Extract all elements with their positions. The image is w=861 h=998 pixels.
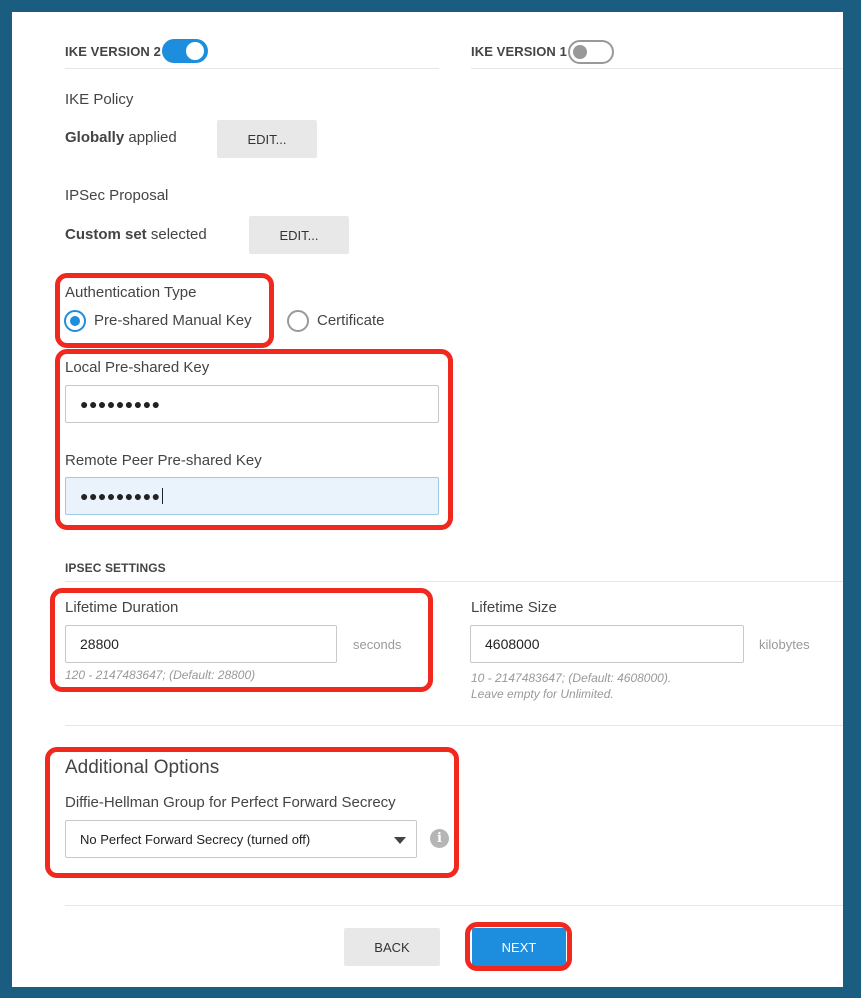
highlight-auth-type: [55, 273, 274, 348]
ipsec-proposal-edit-button[interactable]: EDIT...: [249, 216, 349, 254]
ike-policy-status-bold: Globally: [65, 129, 125, 146]
highlight-lifetime-duration: [50, 588, 433, 692]
ike-policy-status-rest: applied: [124, 129, 177, 146]
lifetime-size-label: Lifetime Size: [471, 599, 557, 616]
auth-option-certificate-label[interactable]: Certificate: [317, 312, 385, 329]
auth-radio-certificate[interactable]: [287, 310, 309, 332]
vpn-wizard-panel: IKE VERSION 2 IKE VERSION 1 IKE Policy G…: [12, 12, 843, 987]
ike-v1-label: IKE VERSION 1: [471, 44, 567, 59]
ike-policy-status: Globally applied: [65, 129, 177, 146]
highlight-preshared-keys: [55, 349, 453, 530]
toggle-knob: [573, 45, 587, 59]
ipsec-proposal-status: Custom set selected: [65, 226, 207, 243]
ipsec-proposal-status-bold: Custom set: [65, 226, 147, 243]
ike-policy-edit-button[interactable]: EDIT...: [217, 120, 317, 158]
highlight-next-button: [465, 922, 572, 971]
lifetime-size-value: 4608000: [485, 636, 540, 652]
back-button[interactable]: BACK: [344, 928, 440, 966]
ipsec-proposal-heading: IPSec Proposal: [65, 187, 169, 204]
ipsec-proposal-status-rest: selected: [146, 226, 207, 243]
ipsec-settings-heading: IPSEC SETTINGS: [65, 561, 166, 575]
lifetime-size-unit: kilobytes: [759, 637, 810, 652]
divider: [65, 725, 843, 726]
divider: [65, 905, 843, 906]
highlight-additional-options: [45, 747, 459, 878]
ike-v2-label: IKE VERSION 2: [65, 44, 161, 59]
divider: [65, 68, 439, 69]
lifetime-size-hint: 10 - 2147483647; (Default: 4608000).: [471, 671, 672, 685]
ike-v2-toggle[interactable]: [162, 39, 208, 63]
ike-v1-toggle[interactable]: [568, 40, 614, 64]
lifetime-size-hint-2: Leave empty for Unlimited.: [471, 687, 614, 701]
divider: [65, 581, 843, 582]
ike-policy-heading: IKE Policy: [65, 91, 134, 108]
divider: [471, 68, 843, 69]
toggle-knob: [186, 42, 204, 60]
lifetime-size-input[interactable]: 4608000: [470, 625, 744, 663]
